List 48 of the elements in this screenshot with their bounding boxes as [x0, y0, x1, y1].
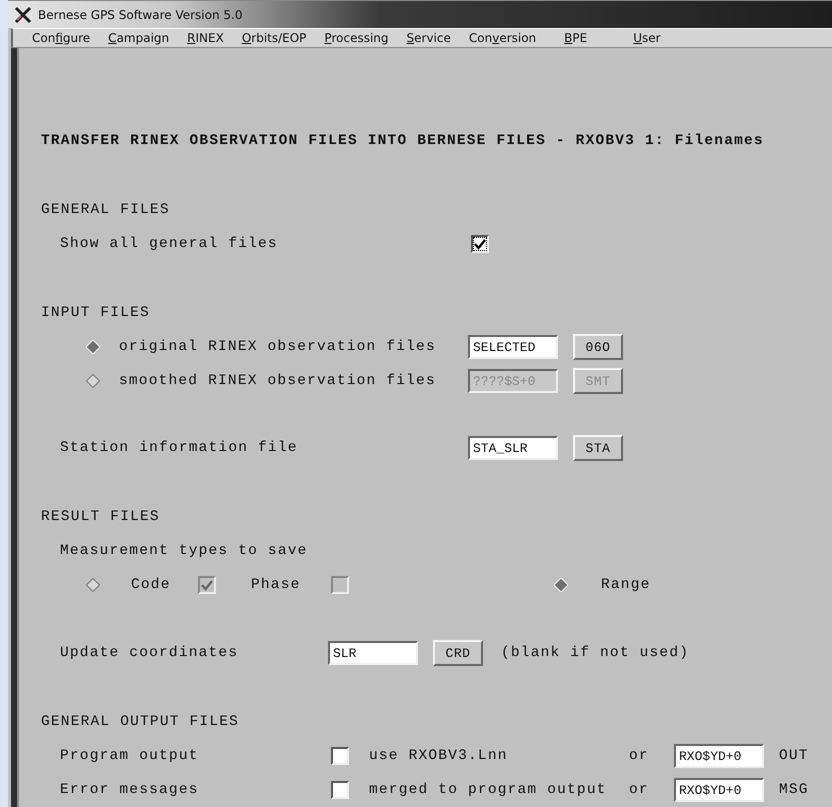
window-title: Bernese GPS Software Version 5.0 [38, 8, 242, 22]
field-label: Error messages [60, 782, 200, 798]
option-label: Code [131, 577, 171, 593]
section-title: RESULT FILES [41, 509, 160, 525]
extension-label: MSG [779, 782, 810, 798]
radio-icon[interactable] [86, 578, 100, 592]
menu-item[interactable]: Orbits/EOP [232, 29, 316, 47]
hint-text: (blank if not used) [501, 645, 690, 661]
menu-item[interactable]: RINEX [178, 29, 233, 47]
or-label: or [629, 782, 650, 798]
menu-item[interactable]: BPE [555, 29, 596, 47]
x-logo-icon [14, 6, 32, 24]
checkbox[interactable] [471, 235, 489, 253]
checkbox[interactable] [331, 781, 349, 799]
section-title: GENERAL OUTPUT FILES [41, 714, 240, 730]
checkbox[interactable] [331, 747, 349, 765]
option-label: use RXOBV3.Lnn [369, 748, 509, 764]
extension-button[interactable]: 06O [573, 334, 623, 360]
section-title: GENERAL FILES [41, 202, 170, 218]
file-field[interactable]: RXO$YD+0 [674, 778, 764, 802]
extension-label: OUT [779, 748, 810, 764]
field-label: Station information file [60, 440, 299, 456]
panel-heading: TRANSFER RINEX OBSERVATION FILES INTO BERNESE FILES - RXOBV3 1: Filenames [41, 132, 765, 151]
file-field[interactable]: RXO$YD+0 [674, 744, 764, 768]
option-label: Range [601, 577, 651, 593]
extension-button[interactable]: STA [573, 435, 623, 461]
field-label: Update coordinates [60, 645, 240, 661]
file-field[interactable]: SLR [328, 641, 418, 665]
selected-radio-icon[interactable] [554, 578, 568, 592]
menu-item[interactable]: Configure [23, 29, 100, 47]
menu-item[interactable]: Conversion [460, 29, 546, 47]
option-label: merged to program output [369, 782, 608, 798]
field-label: Program output [60, 748, 200, 764]
or-label: or [629, 748, 650, 764]
extension-button[interactable]: CRD [433, 640, 483, 666]
field-label: original RINEX observation files [119, 339, 437, 355]
field-label: smoothed RINEX observation files [119, 373, 437, 389]
file-field[interactable]: STA_SLR [468, 436, 558, 460]
menu-item[interactable]: Campaign [99, 29, 178, 47]
field-label: Measurement types to save [60, 543, 309, 559]
option-label: Phase [251, 577, 301, 593]
menu-item[interactable]: Service [398, 29, 460, 47]
selected-radio-icon[interactable] [86, 340, 100, 354]
field-label: Show all general files [60, 236, 279, 252]
menu-item[interactable]: Processing [315, 29, 398, 47]
menu-item[interactable]: User [624, 29, 670, 47]
file-field[interactable]: SELECTED [468, 335, 558, 359]
section-title: INPUT FILES [41, 305, 150, 321]
